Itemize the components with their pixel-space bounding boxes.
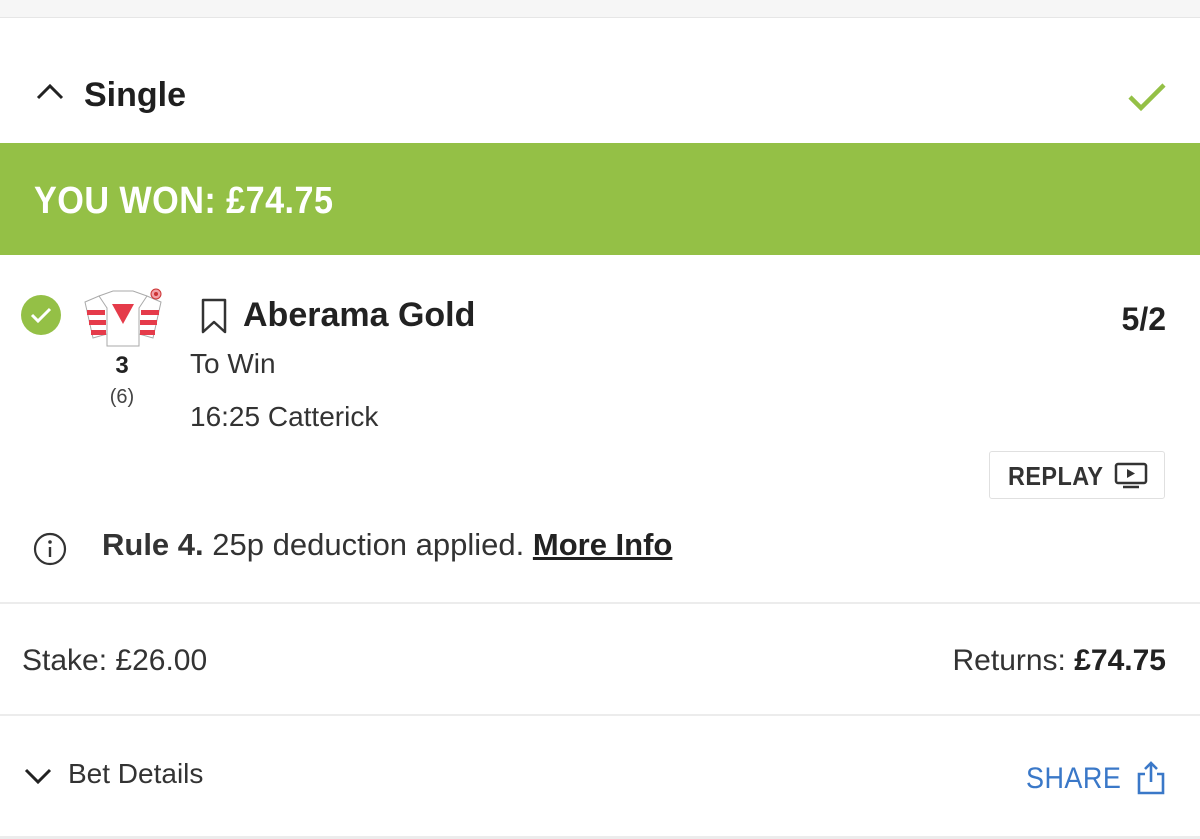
chevron-down-icon	[24, 768, 52, 785]
stall-draw: (6)	[109, 386, 135, 408]
bet-type-title: Single	[84, 76, 187, 114]
tv-play-icon	[1114, 462, 1148, 489]
returns-text: Returns: £74.75	[953, 644, 1166, 678]
share-label: SHARE	[1026, 762, 1122, 795]
replay-button[interactable]: REPLAY	[989, 451, 1165, 499]
top-strip	[0, 0, 1200, 18]
result-won-icon	[21, 295, 61, 335]
runner-number: 3	[115, 352, 129, 379]
share-button[interactable]: SHARE	[1026, 760, 1171, 800]
market-name: To Win	[190, 348, 276, 379]
returns-value: £74.75	[1074, 644, 1166, 677]
jockey-silks-icon	[84, 288, 162, 347]
horse-name: Aberama Gold	[243, 296, 476, 334]
rule4-text: 25p deduction applied.	[203, 527, 533, 562]
replay-button-label: REPLAY	[1008, 461, 1104, 491]
odds-value: 5/2	[1121, 301, 1166, 337]
chevron-up-icon[interactable]	[34, 80, 66, 104]
race-time-venue: 16:25 Catterick	[190, 401, 379, 432]
rule4-notice: Rule 4. 25p deduction applied. More Info	[102, 527, 672, 563]
bet-details-label: Bet Details	[68, 758, 204, 789]
selection-card: 3 (6) Aberama Gold 5/2 To Win 16:25 Catt…	[0, 255, 1200, 602]
bookmark-icon[interactable]	[198, 297, 230, 335]
bet-footer: Bet Details SHARE	[0, 716, 1200, 839]
returns-label: Returns:	[952, 644, 1075, 677]
info-icon	[33, 532, 67, 566]
stake-text: Stake: £26.00	[22, 644, 208, 677]
stake-returns-row: Stake: £26.00 Returns: £74.75	[0, 604, 1200, 714]
share-icon	[1137, 761, 1165, 795]
won-banner: YOU WON: £74.75	[0, 143, 1200, 255]
more-info-link[interactable]: More Info	[533, 527, 673, 562]
settled-check-icon	[1128, 83, 1166, 112]
bet-header[interactable]: Single	[0, 18, 1200, 144]
won-amount-text: YOU WON: £74.75	[34, 180, 334, 222]
rule4-label: Rule 4.	[102, 527, 204, 562]
